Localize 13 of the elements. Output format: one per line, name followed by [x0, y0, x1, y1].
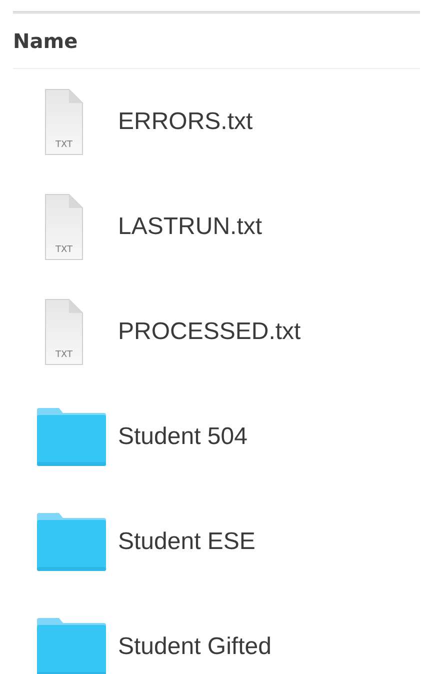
folder-name[interactable]: Student ESE	[118, 528, 256, 556]
folder-icon	[37, 408, 106, 466]
column-header[interactable]: Name	[13, 29, 78, 53]
text-file-icon: TXT	[45, 298, 83, 364]
folder-name[interactable]: Student Gifted	[118, 632, 272, 660]
folder-icon	[37, 618, 106, 674]
folder-name[interactable]: Student 504	[118, 422, 248, 450]
file-name[interactable]: PROCESSED.txt	[118, 318, 301, 346]
text-file-icon: TXT	[45, 88, 83, 154]
text-file-icon: TXT	[45, 194, 83, 260]
file-name[interactable]: LASTRUN.txt	[118, 212, 262, 240]
file-name[interactable]: ERRORS.txt	[118, 108, 253, 136]
folder-icon	[37, 512, 106, 570]
